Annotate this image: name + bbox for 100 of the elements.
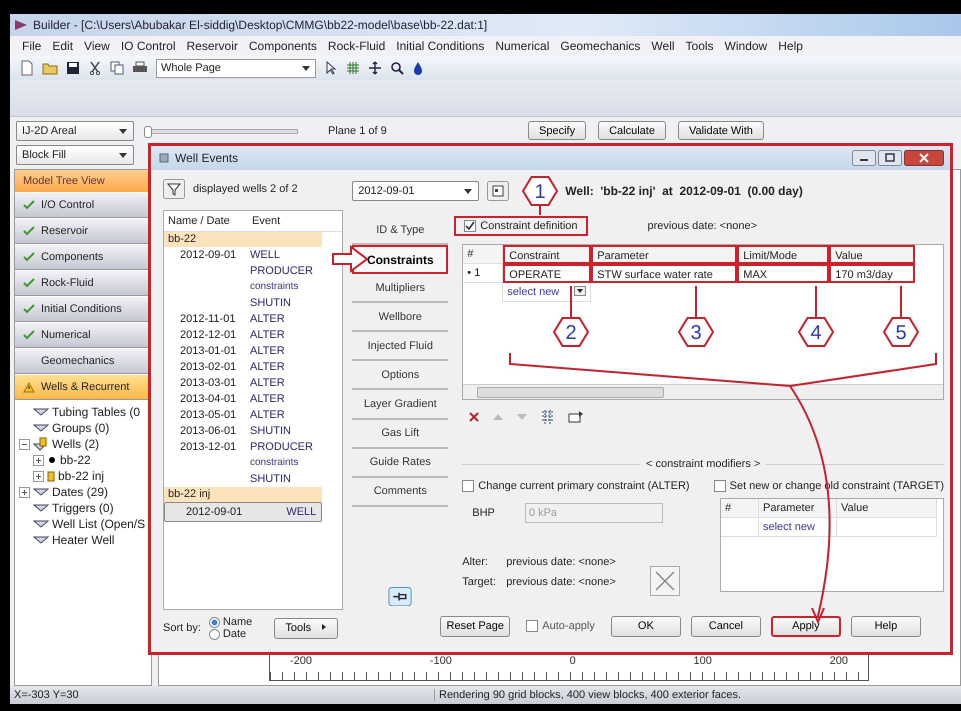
section-button[interactable]: I/O Control	[15, 192, 151, 218]
section-button[interactable]: Geomechanics	[15, 348, 151, 374]
tab[interactable]: Multipliers	[352, 274, 448, 304]
fill-select[interactable]: Block Fill	[16, 145, 134, 165]
table-cell[interactable]: STW surface water rate	[591, 264, 738, 283]
radio-button[interactable]: Date	[208, 628, 252, 640]
expander-icon[interactable]	[19, 486, 30, 498]
event-row[interactable]: 2013-05-01 ALTER	[164, 407, 322, 423]
column-header[interactable]: Parameter	[591, 245, 738, 264]
event-row[interactable]: 2012-09-01 WELL PRODUCER constraints SHUTIN	[164, 247, 322, 311]
column-header[interactable]: Value	[837, 499, 937, 518]
checkbox[interactable]: Constraint definition	[454, 216, 588, 236]
dialog-button[interactable]: OK	[610, 616, 681, 636]
select-new-dropdown[interactable]: select new	[503, 283, 592, 302]
column-header[interactable]: Event	[248, 215, 280, 227]
tab[interactable]: Injected Fluid	[352, 332, 448, 362]
select-new-link[interactable]: select new	[759, 518, 837, 537]
pin-icon[interactable]	[388, 586, 412, 606]
tools-button[interactable]: Tools	[274, 618, 338, 638]
copy-icon[interactable]	[110, 61, 124, 75]
dialog-button[interactable]: Apply	[770, 616, 841, 636]
minimize-icon[interactable]	[852, 150, 876, 166]
event-row[interactable]: 2012-11-01 ALTER	[164, 311, 322, 327]
move-icon[interactable]	[368, 61, 382, 75]
tab[interactable]: Gas Lift	[352, 420, 448, 449]
event-row[interactable]: 2013-04-01 ALTER	[164, 391, 322, 407]
tree-item[interactable]: bb-22 inj	[58, 469, 104, 483]
tree-item[interactable]: Dates (29)	[52, 485, 108, 499]
table-cell[interactable]: OPERATE	[503, 264, 592, 283]
section-button[interactable]: Initial Conditions	[15, 296, 151, 322]
event-row[interactable]: 2012-12-01 ALTER	[164, 327, 322, 343]
close-icon[interactable]	[904, 150, 944, 166]
menu-item[interactable]: Numerical	[495, 39, 550, 53]
section-button[interactable]: Components	[15, 244, 151, 270]
well-group-row[interactable]: bb-22 inj	[164, 487, 322, 502]
expander-icon[interactable]	[33, 454, 44, 466]
column-header[interactable]: #	[721, 499, 759, 518]
menu-item[interactable]: Window	[724, 39, 768, 53]
event-row[interactable]: 2012-09-01 WELL	[164, 502, 322, 522]
section-button[interactable]: Numerical	[15, 322, 151, 348]
tree-item[interactable]: Triggers (0)	[52, 501, 114, 515]
column-header[interactable]: #	[463, 245, 504, 264]
table-cell[interactable]: 170 m3/day	[829, 264, 916, 283]
tree-item[interactable]: bb-22	[60, 453, 91, 467]
tab[interactable]: Comments	[352, 478, 448, 507]
dialog-button[interactable]: Cancel	[690, 616, 761, 636]
search-icon[interactable]	[390, 61, 404, 75]
view-select[interactable]: IJ-2D Areal	[16, 121, 134, 141]
filter-icon[interactable]	[163, 179, 185, 199]
folder-icon[interactable]	[42, 61, 58, 75]
event-row[interactable]: 2013-02-01 ALTER	[164, 359, 322, 375]
date-select[interactable]: 2012-09-01	[352, 181, 480, 201]
section-button[interactable]: Wells & Recurrent	[15, 374, 151, 400]
menu-item[interactable]: IO Control	[120, 39, 176, 53]
zoom-select[interactable]: Whole Page	[156, 58, 316, 78]
save-icon[interactable]	[66, 61, 80, 75]
toolbar-button[interactable]: Calculate	[598, 121, 666, 140]
radio-button[interactable]: Name	[208, 616, 252, 628]
menu-item[interactable]: Well	[651, 39, 675, 53]
tab[interactable]: Constraints	[352, 245, 448, 274]
tab[interactable]: Guide Rates	[352, 448, 448, 478]
tree-item[interactable]: Wells (2)	[52, 437, 100, 451]
table-cell[interactable]: MAX	[737, 264, 830, 283]
tree-item[interactable]: Tubing Tables (0	[52, 405, 140, 419]
expander-icon[interactable]	[19, 438, 30, 450]
tab[interactable]: Wellbore	[352, 303, 448, 332]
printer-icon[interactable]	[132, 61, 148, 75]
tab[interactable]: Options	[352, 361, 448, 390]
well-group-row[interactable]: bb-22	[164, 232, 322, 247]
checkbox[interactable]: Change current primary constraint (ALTER)	[462, 474, 690, 498]
expander-icon[interactable]	[33, 470, 44, 482]
column-header[interactable]: Value	[829, 245, 916, 264]
menu-item[interactable]: Initial Conditions	[396, 39, 484, 53]
maximize-icon[interactable]	[878, 150, 902, 166]
event-row[interactable]: 2013-03-01 ALTER	[164, 375, 322, 391]
column-header[interactable]: Name / Date	[164, 215, 248, 227]
tab[interactable]: Layer Gradient	[352, 390, 448, 420]
column-header[interactable]: Constraint	[503, 245, 592, 264]
event-row[interactable]: 2013-12-01 PRODUCER constraints SHUTIN	[164, 439, 322, 487]
tree-item[interactable]: Heater Well	[52, 533, 114, 547]
horizontal-scrollbar[interactable]	[463, 384, 943, 399]
section-button[interactable]: Rock-Fluid	[15, 270, 151, 296]
grid-icon[interactable]	[346, 61, 360, 75]
event-row[interactable]: 2013-01-01 ALTER	[164, 343, 322, 359]
toolbar-button[interactable]: Specify	[528, 121, 586, 140]
menu-item[interactable]: Rock-Fluid	[328, 39, 386, 53]
menu-item[interactable]: Components	[248, 39, 317, 53]
tree-item[interactable]: Groups (0)	[52, 421, 110, 435]
menu-item[interactable]: View	[84, 39, 110, 53]
menu-item[interactable]: Tools	[686, 39, 714, 53]
dialog-button[interactable]: Help	[850, 616, 921, 636]
export-icon[interactable]	[568, 409, 584, 425]
tree-item[interactable]: Well List (Open/S	[52, 517, 146, 531]
menu-item[interactable]: Geomechanics	[560, 39, 640, 53]
section-button[interactable]: Reservoir	[15, 218, 151, 244]
column-header[interactable]: Limit/Mode	[737, 245, 830, 264]
scissors-icon[interactable]	[88, 61, 102, 75]
menu-item[interactable]: File	[22, 39, 42, 53]
new-page-icon[interactable]	[20, 60, 34, 76]
delete-icon[interactable]	[468, 411, 480, 423]
